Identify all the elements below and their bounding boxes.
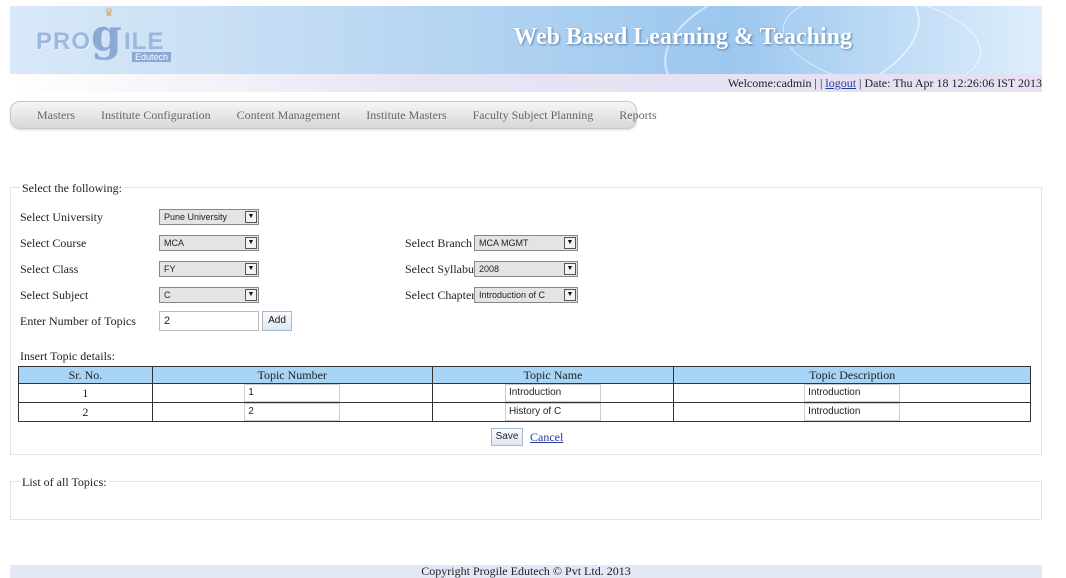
chevron-down-icon: ▼ (564, 289, 576, 301)
chevron-down-icon: ▼ (245, 289, 257, 301)
class-label: Select Class (20, 262, 79, 276)
column-header-sr-no: Sr. No. (18, 366, 153, 384)
logout-link[interactable]: logout (825, 76, 856, 90)
column-header-topic-name: Topic Name (431, 366, 675, 384)
menu-item-institute-masters[interactable]: Institute Masters (366, 108, 446, 123)
subject-select-value: C (164, 290, 171, 300)
class-select[interactable]: FY ▼ (159, 261, 259, 277)
save-button[interactable]: Save (491, 428, 523, 446)
chapter-label: Select Chapter (405, 288, 476, 302)
topic-number-cell: 2 (151, 402, 433, 422)
welcome-bar: Welcome:cadmin | | logout | Date: Thu Ap… (10, 74, 1042, 92)
topic-description-cell: Introduction (673, 383, 1031, 403)
menu-item-institute-configuration[interactable]: Institute Configuration (101, 108, 211, 123)
topics-table: Sr. No. Topic Number Topic Name Topic De… (18, 366, 1031, 422)
table-row: 1 1 Introduction Introduction (18, 383, 1031, 403)
chevron-down-icon: ▼ (564, 237, 576, 249)
table-header-row: Sr. No. Topic Number Topic Name Topic De… (18, 366, 1031, 384)
topic-number-input[interactable]: 1 (244, 384, 341, 402)
site-title: Web Based Learning & Teaching (513, 24, 852, 50)
topic-name-input[interactable]: History of C (504, 403, 601, 421)
topics-count-label: Enter Number of Topics (20, 314, 136, 328)
university-label: Select University (20, 210, 103, 224)
progile-logo: ♛ PRO g ILE Edutech (36, 7, 196, 66)
column-header-topic-number: Topic Number (151, 366, 433, 384)
topic-name-cell: Introduction (431, 383, 675, 403)
topic-number-input[interactable]: 2 (244, 403, 341, 421)
date-text: | Date: Thu Apr 18 12:26:06 IST 2013 (856, 76, 1042, 90)
topics-list-legend: List of all Topics: (20, 475, 109, 490)
subject-select[interactable]: C ▼ (159, 287, 259, 303)
menu-item-masters[interactable]: Masters (37, 108, 75, 123)
topic-description-cell: Introduction (673, 402, 1031, 422)
university-select[interactable]: Pune University ▼ (159, 209, 259, 225)
university-select-value: Pune University (164, 212, 228, 222)
chapter-select-value: Introduction of C (479, 290, 546, 300)
topic-name-cell: History of C (431, 402, 675, 422)
syllabus-select[interactable]: 2008 ▼ (474, 261, 578, 277)
topic-description-input[interactable]: Introduction (804, 384, 901, 402)
branch-label: Select Branch (405, 236, 472, 250)
course-label: Select Course (20, 236, 87, 250)
chapter-select[interactable]: Introduction of C ▼ (474, 287, 578, 303)
topics-list-panel (10, 481, 1042, 520)
topic-description-input[interactable]: Introduction (804, 403, 901, 421)
welcome-text: Welcome:cadmin | | (727, 76, 826, 90)
course-select-value: MCA (164, 238, 184, 248)
header-banner: ♛ PRO g ILE Edutech Web Based Learning &… (10, 6, 1042, 74)
main-menu: Masters Institute Configuration Content … (10, 101, 657, 129)
menu-item-reports[interactable]: Reports (619, 108, 656, 123)
subject-label: Select Subject (20, 288, 89, 302)
sr-no-cell: 2 (18, 402, 153, 422)
table-row: 2 2 History of C Introduction (18, 402, 1031, 422)
syllabus-select-value: 2008 (479, 264, 500, 274)
chevron-down-icon: ▼ (245, 237, 257, 249)
menu-item-content-management[interactable]: Content Management (237, 108, 341, 123)
chevron-down-icon: ▼ (564, 263, 576, 275)
topics-count-input[interactable]: 2 (159, 311, 259, 331)
insert-topic-label: Insert Topic details: (20, 349, 115, 363)
class-select-value: FY (164, 264, 176, 274)
chevron-down-icon: ▼ (245, 211, 257, 223)
cancel-link[interactable]: Cancel (530, 430, 563, 445)
course-select[interactable]: MCA ▼ (159, 235, 259, 251)
chevron-down-icon: ▼ (245, 263, 257, 275)
selection-legend: Select the following: (20, 181, 124, 196)
add-button[interactable]: Add (262, 311, 292, 331)
footer-copyright: Copyright Progile Edutech © Pvt Ltd. 201… (10, 565, 1042, 578)
menu-item-faculty-subject-planning[interactable]: Faculty Subject Planning (473, 108, 594, 123)
branch-select-value: MCA MGMT (479, 238, 529, 248)
sr-no-cell: 1 (18, 383, 153, 403)
topic-name-input[interactable]: Introduction (504, 384, 601, 402)
column-header-topic-description: Topic Description (673, 366, 1031, 384)
syllabus-label: Select Syllabus (405, 262, 479, 276)
topic-number-cell: 1 (151, 383, 433, 403)
branch-select[interactable]: MCA MGMT ▼ (474, 235, 578, 251)
